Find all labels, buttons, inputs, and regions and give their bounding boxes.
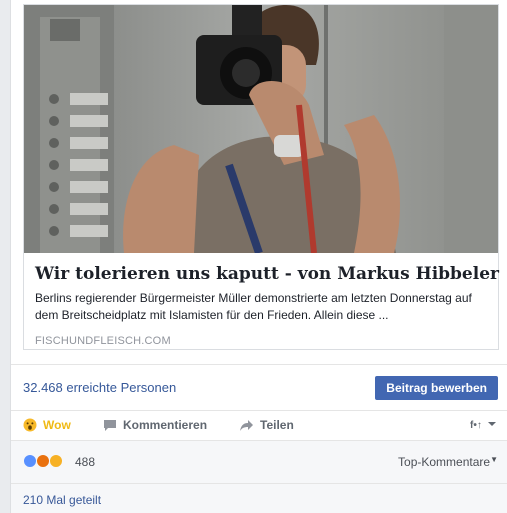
card-image[interactable] bbox=[24, 5, 498, 253]
sad-reaction-icon bbox=[49, 454, 63, 468]
angry-reaction-icon bbox=[36, 454, 50, 468]
audience-selector[interactable]: f•↑ bbox=[470, 417, 498, 434]
comment-icon bbox=[103, 419, 117, 432]
share-arrow-icon bbox=[239, 419, 254, 432]
reach-row: 32.468 erreichte Personen Beitrag bewerb… bbox=[11, 364, 507, 410]
reaction-count[interactable]: 488 bbox=[75, 455, 95, 469]
card-description: Berlins regierender Bürgermeister Müller… bbox=[35, 291, 472, 322]
share-label: Teilen bbox=[260, 418, 294, 432]
wow-reaction-button[interactable]: Wow bbox=[23, 418, 71, 432]
link-preview-card[interactable]: Wir tolerieren uns kaputt - von Markus H… bbox=[23, 4, 499, 350]
card-body[interactable]: Wir tolerieren uns kaputt - von Markus H… bbox=[24, 253, 499, 349]
friends-icon: f•↑ bbox=[470, 417, 498, 434]
selfie-photo bbox=[24, 5, 498, 253]
reaction-icons[interactable] bbox=[23, 454, 63, 468]
share-count-link[interactable]: 210 Mal geteilt bbox=[23, 493, 101, 507]
comment-sort-dropdown[interactable]: Top-Kommentare▼ bbox=[398, 455, 498, 469]
shares-row: 210 Mal geteilt bbox=[11, 483, 507, 513]
reactions-row: 488 Top-Kommentare▼ bbox=[11, 441, 507, 483]
share-button[interactable]: Teilen bbox=[239, 418, 294, 432]
action-bar: Wow Kommentieren Teilen f•↑ bbox=[11, 410, 507, 441]
comment-button[interactable]: Kommentieren bbox=[103, 418, 207, 432]
card-domain: FISCHUNDFLEISCH.COM bbox=[35, 335, 171, 347]
chevron-down-icon: ▼ bbox=[490, 455, 498, 464]
card-title[interactable]: Wir tolerieren uns kaputt - von Markus H… bbox=[35, 263, 499, 285]
reach-count-link[interactable]: 32.468 erreichte Personen bbox=[23, 380, 176, 395]
sort-label: Top-Kommentare bbox=[398, 455, 491, 469]
wow-emoji-icon bbox=[23, 418, 37, 432]
like-reaction-icon bbox=[23, 454, 37, 468]
svg-text:f•↑: f•↑ bbox=[470, 420, 482, 431]
comment-label: Kommentieren bbox=[123, 418, 208, 432]
wow-label: Wow bbox=[43, 418, 71, 432]
boost-post-button[interactable]: Beitrag bewerben bbox=[375, 376, 498, 400]
post-container: Wir tolerieren uns kaputt - von Markus H… bbox=[10, 0, 507, 513]
